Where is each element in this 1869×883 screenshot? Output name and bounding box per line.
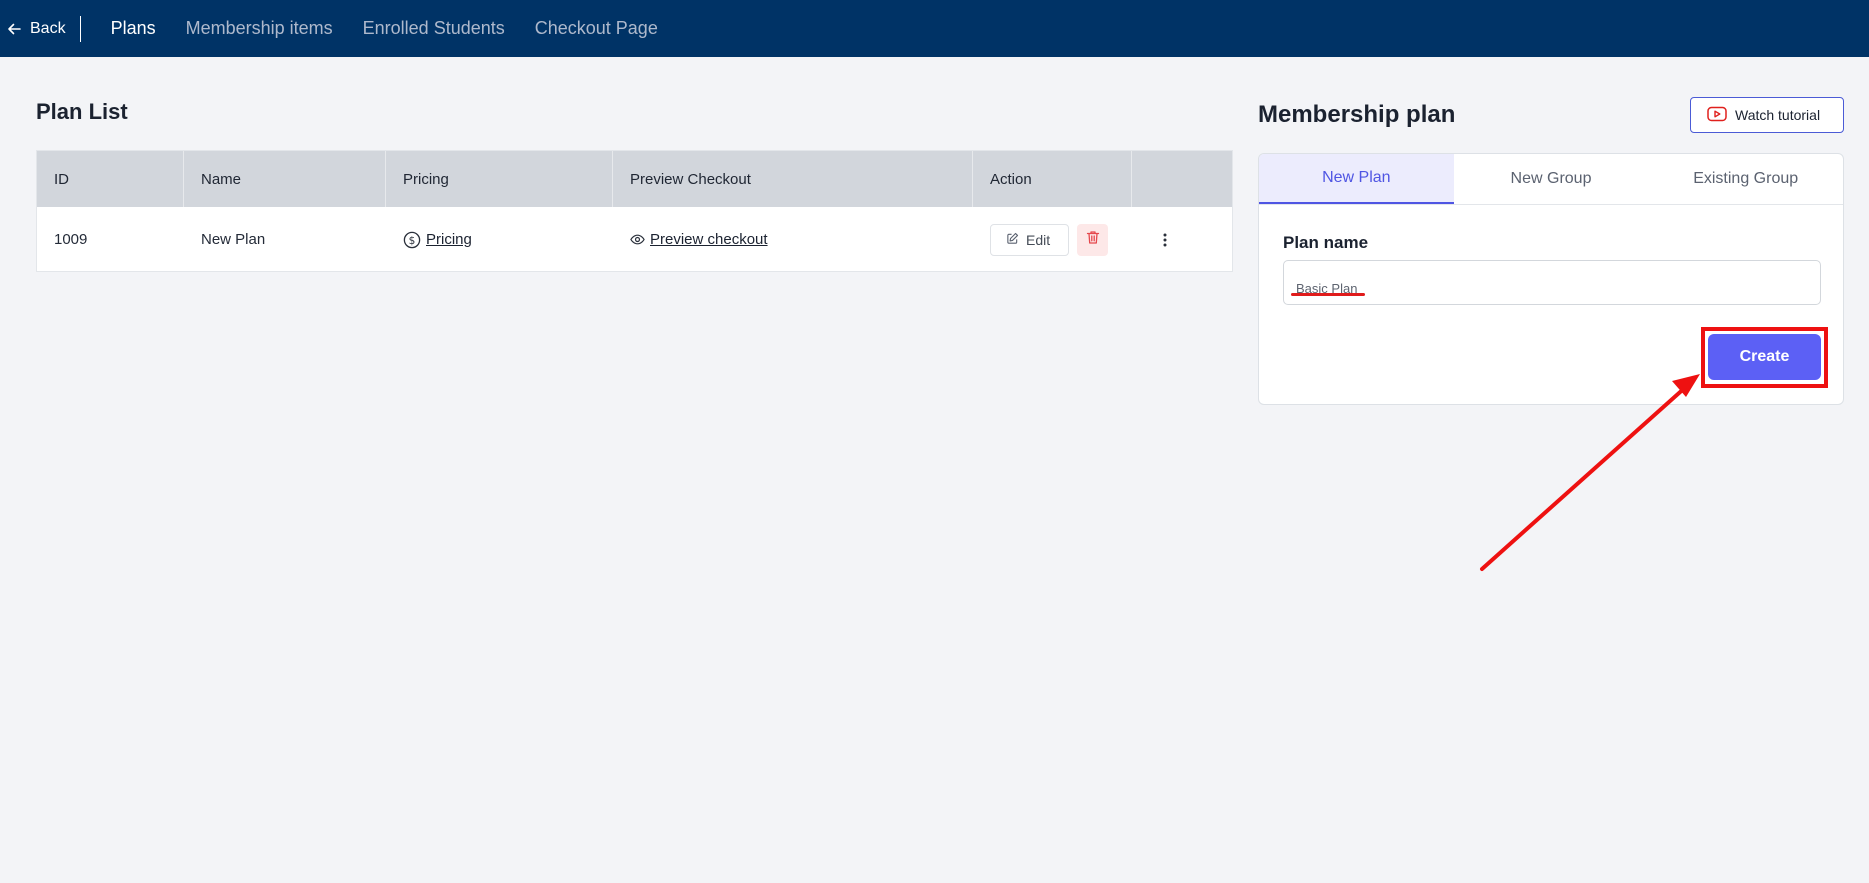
plan-id-cell: 1009 [54,231,88,248]
tab-new-plan[interactable]: New Plan [1259,154,1454,204]
preview-checkout-link[interactable]: Preview checkout [650,231,768,248]
column-header-action: Action [973,151,1132,207]
tab-existing-group[interactable]: Existing Group [1648,154,1843,204]
annotation-arrow-icon [1480,374,1700,571]
svg-text:$: $ [409,235,416,247]
tab-enrolled-students[interactable]: Enrolled Students [363,18,505,39]
tab-new-group[interactable]: New Group [1454,154,1649,204]
plan-name-cell: New Plan [201,231,266,248]
membership-plan-card: New Plan New Group Existing Group Plan n… [1258,153,1844,405]
delete-button[interactable] [1077,223,1108,256]
back-label: Back [30,19,66,37]
column-header-name: Name [184,151,386,207]
top-navigation-bar: Back Plans Membership items Enrolled Stu… [0,0,1869,57]
edit-button[interactable]: Edit [990,223,1069,256]
plan-type-tabs: New Plan New Group Existing Group [1259,154,1843,205]
tab-plans[interactable]: Plans [111,18,156,39]
plan-list-title: Plan List [36,99,128,124]
column-header-pricing: Pricing [386,151,613,207]
arrow-left-icon [6,21,22,37]
annotation-underline [1291,293,1365,296]
more-cell [1132,207,1232,272]
pricing-link[interactable]: Pricing [426,231,472,248]
back-button[interactable]: Back [0,15,81,42]
membership-plan-title: Membership plan [1258,101,1456,128]
create-button[interactable]: Create [1708,334,1821,380]
plan-table: ID Name Pricing Preview Checkout Action … [36,150,1233,272]
dollar-circle-icon: $ [403,231,421,249]
watch-tutorial-button[interactable]: Watch tutorial [1690,97,1844,133]
plan-name-label: Plan name [1283,233,1369,252]
action-cell: Edit [973,207,1132,272]
tab-membership-items[interactable]: Membership items [186,18,333,39]
youtube-play-icon [1707,106,1727,125]
column-header-preview-checkout: Preview Checkout [613,151,973,207]
watch-tutorial-label: Watch tutorial [1735,107,1821,123]
edit-label: Edit [1026,231,1051,248]
edit-icon [1006,232,1019,248]
eye-icon [630,232,645,247]
table-header: ID Name Pricing Preview Checkout Action [37,151,1232,207]
trash-icon [1086,230,1100,249]
more-options-icon[interactable] [1155,228,1175,252]
plan-name-input[interactable] [1283,260,1821,305]
table-row: 1009 New Plan $ Pricing Preview checkout… [37,207,1232,272]
preview-cell: Preview checkout [613,207,973,272]
tab-checkout-page[interactable]: Checkout Page [535,18,658,39]
column-header-empty [1132,151,1232,207]
pricing-cell: $ Pricing [386,207,613,272]
column-header-id: ID [37,151,184,207]
